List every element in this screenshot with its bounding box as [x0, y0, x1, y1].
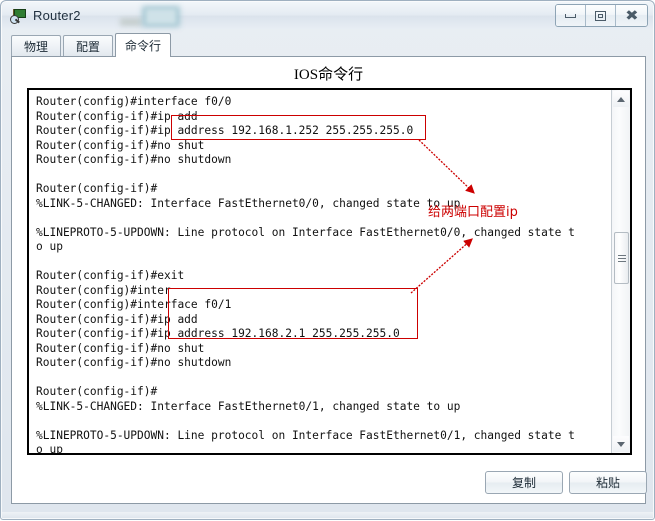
terminal-line: %LINK-5-CHANGED: Interface FastEthernet0…	[36, 399, 461, 413]
minimize-icon	[565, 13, 576, 18]
terminal-line: Router(config-if)#ip add	[36, 312, 198, 326]
terminal-line: o up	[36, 240, 63, 253]
terminal-line: Router(config-if)#exit	[36, 269, 185, 282]
copy-button-label: 复制	[511, 476, 536, 490]
redacted-region	[120, 6, 182, 28]
terminal-container: Router(config)#interface f0/0 Router(conf…	[27, 88, 632, 455]
terminal-line: o up	[36, 443, 63, 453]
tab-strip: 物理 配置 命令行	[11, 33, 645, 57]
close-button[interactable]: ✖	[616, 5, 647, 26]
terminal-line: Router(config)#inter	[36, 283, 171, 297]
tab-physical[interactable]: 物理	[11, 35, 61, 56]
window-titlebar[interactable]: Router2 ✖	[2, 2, 653, 29]
paste-button-label: 粘贴	[595, 476, 620, 490]
terminal-line: %LINEPROTO-5-UPDOWN: Line protocol on In…	[36, 225, 575, 239]
terminal-line: Router(config)#interface f0/0	[36, 95, 232, 108]
scroll-grip-icon	[617, 254, 626, 262]
terminal-line: %LINK-5-CHANGED: Interface FastEthernet0…	[36, 196, 461, 210]
terminal-line: Router(config-if)#	[36, 182, 158, 195]
window-title: Router2	[33, 8, 81, 23]
scroll-thumb[interactable]	[614, 232, 629, 284]
maximize-button[interactable]	[586, 5, 616, 26]
packet-tracer-router-icon	[10, 8, 26, 24]
cli-panel: IOS命令行 Router(config)#interface f0/0 Rout…	[11, 56, 647, 504]
action-button-row: 复制 粘贴	[12, 471, 647, 495]
copy-button[interactable]: 复制	[485, 471, 563, 494]
tab-config[interactable]: 配置	[63, 35, 113, 56]
panel-title: IOS命令行	[293, 67, 364, 83]
scroll-down-button[interactable]	[613, 436, 629, 452]
close-icon: ✖	[624, 7, 639, 24]
terminal-line: Router(config-if)#no shut	[36, 138, 205, 152]
window-controls: ✖	[555, 4, 648, 27]
terminal-line: Router(config-if)#	[36, 385, 158, 398]
minimize-button[interactable]	[556, 5, 586, 26]
scroll-up-icon	[617, 96, 625, 102]
terminal-line: Router(config-if)#ip address 192.168.2.1…	[36, 327, 400, 340]
terminal-line: Router(config-if)#no shutdown	[36, 356, 232, 369]
window-bottom-strip	[2, 512, 653, 518]
annotation-note: 给两端口配置ip	[428, 205, 518, 220]
terminal-output[interactable]: Router(config)#interface f0/0 Router(conf…	[29, 90, 611, 453]
terminal-line: Router(config-if)#no shutdown	[36, 153, 232, 166]
terminal-line: Router(config-if)#ip address 192.168.1.2…	[36, 124, 414, 137]
router-cli-window: Router2 ✖ 物理 配置 命令行 IOS命令行 Router(config…	[0, 0, 655, 520]
paste-button[interactable]: 粘贴	[569, 471, 647, 494]
tab-cli[interactable]: 命令行	[115, 33, 171, 57]
scroll-down-icon	[617, 441, 625, 447]
scroll-up-button[interactable]	[613, 91, 629, 107]
terminal-line: Router(config-if)#ip add	[36, 109, 198, 123]
tab-cli-label: 命令行	[124, 39, 161, 53]
terminal-line: %LINEPROTO-5-UPDOWN: Line protocol on In…	[36, 428, 575, 442]
terminal-line: Router(config)#interface f0/1	[36, 298, 232, 311]
tab-physical-label: 物理	[23, 39, 48, 54]
maximize-icon	[595, 10, 606, 21]
terminal-scrollbar[interactable]	[611, 90, 630, 453]
terminal-line: Router(config-if)#no shut	[36, 341, 205, 355]
tab-config-label: 配置	[75, 39, 100, 54]
